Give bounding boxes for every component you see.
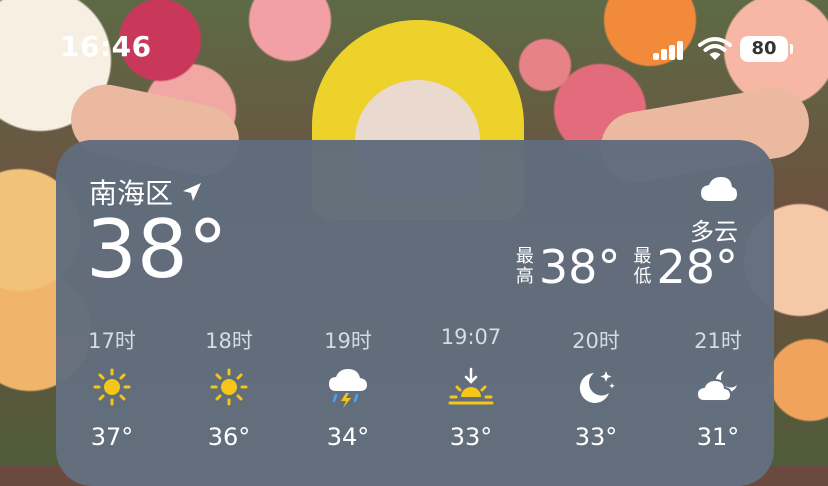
moon-stars-icon xyxy=(579,371,615,403)
wifi-icon xyxy=(698,37,732,60)
hourly-item: 17时 37° xyxy=(57,325,167,451)
high-low: 最高 38° 最低 28° xyxy=(515,244,738,290)
hour-temperature: 37° xyxy=(90,423,134,451)
hour-time: 21时 xyxy=(694,329,742,353)
sun-icon xyxy=(93,368,131,406)
status-time: 16:46 xyxy=(60,30,152,63)
hourly-item: 19:07 33° xyxy=(416,325,526,451)
battery-icon: 80 xyxy=(740,36,793,62)
hour-time: 17时 xyxy=(88,329,136,353)
high-temperature: 38° xyxy=(538,240,621,294)
location-arrow-icon xyxy=(183,183,202,201)
cellular-signal-icon xyxy=(653,40,685,60)
hourly-item: 18时 36° xyxy=(174,325,284,451)
low-temperature: 28° xyxy=(656,240,738,294)
partly-cloudy-night-icon xyxy=(696,371,737,402)
thunderstorm-icon xyxy=(329,369,367,408)
hour-time: 19:07 xyxy=(440,325,502,349)
hourly-item: 19时 34° xyxy=(293,325,403,451)
hour-temperature: 33° xyxy=(574,423,618,451)
hour-temperature: 31° xyxy=(696,423,740,451)
current-temperature: 38° xyxy=(86,203,228,296)
hourly-forecast: 17时 37° 18时 36° 19时 34° 19:07 33° 20时 33… xyxy=(56,325,774,465)
sunset-icon xyxy=(448,367,494,405)
cloud-icon xyxy=(701,177,737,201)
weather-widget[interactable]: 南海区 38° 多云 最高 38° 最低 28° 17时 37° 18时 36°… xyxy=(56,140,774,486)
hour-temperature: 34° xyxy=(326,423,370,451)
hour-temperature: 36° xyxy=(207,423,251,451)
high-label: 最高 xyxy=(515,246,534,287)
hourly-item: 21时 31° xyxy=(663,325,773,451)
hour-time: 19时 xyxy=(324,329,372,353)
hourly-item: 20时 33° xyxy=(541,325,651,451)
hour-temperature: 33° xyxy=(449,423,493,451)
hour-time: 18时 xyxy=(205,329,253,353)
sun-icon xyxy=(210,368,248,406)
low-label: 最低 xyxy=(633,246,652,287)
hour-time: 20时 xyxy=(572,329,620,353)
